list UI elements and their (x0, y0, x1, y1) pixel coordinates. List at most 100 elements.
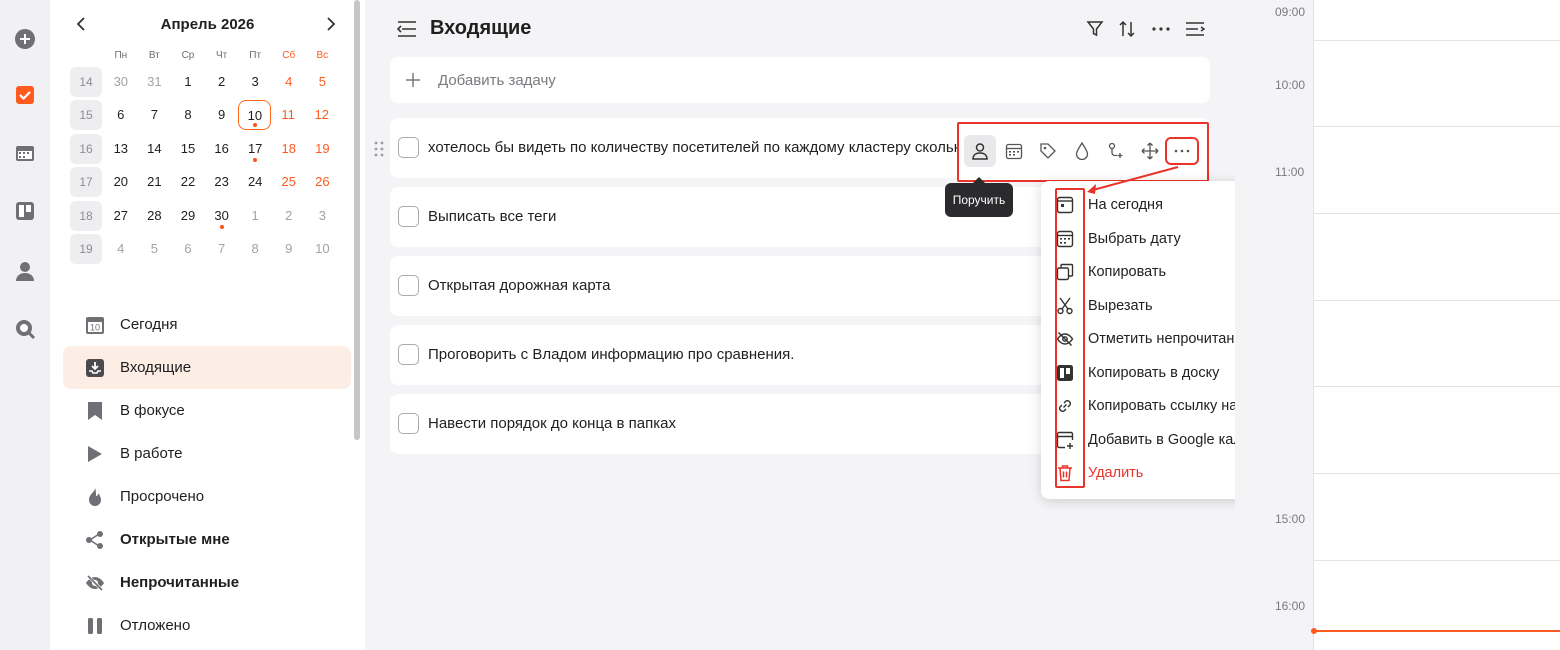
calendar-day[interactable]: 22 (171, 167, 205, 197)
task-checkbox[interactable] (398, 344, 419, 365)
sort-icon[interactable] (1115, 17, 1139, 41)
calendar-day[interactable]: 5 (138, 234, 172, 264)
add-task-input[interactable]: Добавить задачу (390, 57, 1210, 103)
menu-item-4[interactable]: Отметить непрочитанной (1053, 324, 1259, 354)
calendar-day[interactable]: 1 (238, 201, 272, 231)
next-month-icon[interactable] (320, 12, 342, 36)
search-icon[interactable] (13, 317, 37, 341)
calendar-day[interactable]: 2 (272, 201, 306, 231)
collapse-sidebar-icon[interactable] (395, 17, 419, 41)
task-title[interactable]: Выписать все теги (428, 208, 556, 225)
sidebar-item-0[interactable]: 10 Сегодня (63, 303, 351, 346)
task-title[interactable]: Навести порядок до конца в папках (428, 415, 676, 432)
calendar-day[interactable]: 7 (138, 100, 172, 130)
calendar-icon (1053, 227, 1077, 251)
calendar-day[interactable]: 19 (306, 134, 340, 164)
calendar-day[interactable]: 27 (104, 201, 138, 231)
menu-item-2[interactable]: Копировать (1053, 257, 1166, 287)
calendar-day[interactable]: 20 (104, 167, 138, 197)
weekday-label: Вт (148, 50, 160, 61)
calendar-week-row: 19 4 5 6 7 8 9 10 (70, 233, 339, 267)
task-title[interactable]: хотелось бы видеть по количеству посетит… (428, 139, 960, 156)
menu-item-label: На сегодня (1088, 197, 1163, 213)
menu-item-0[interactable]: На сегодня (1053, 190, 1163, 220)
board-icon[interactable] (13, 199, 37, 223)
add-subtask-icon[interactable] (1100, 135, 1132, 167)
svg-text:10: 10 (90, 322, 100, 332)
user-icon[interactable] (13, 259, 37, 283)
sidebar-item-5[interactable]: Открытые мне (63, 518, 351, 561)
calendar-day[interactable]: 30 (205, 201, 239, 231)
calendar-day[interactable]: 28 (138, 201, 172, 231)
date-icon[interactable] (998, 135, 1030, 167)
sidebar-item-4[interactable]: Просрочено (63, 475, 351, 518)
more-actions-icon[interactable] (1165, 137, 1199, 165)
task-title[interactable]: Проговорить с Владом информацию про срав… (428, 346, 794, 363)
task-checkbox[interactable] (398, 413, 419, 434)
calendar-day[interactable]: 2 (205, 67, 239, 97)
calendar-day[interactable]: 15 (171, 134, 205, 164)
calendar-day[interactable]: 7 (205, 234, 239, 264)
move-icon[interactable] (1134, 135, 1166, 167)
calendar-day[interactable]: 9 (205, 100, 239, 130)
calendar-day[interactable]: 31 (138, 67, 172, 97)
calendar-day[interactable]: 10 (306, 234, 340, 264)
filter-icon[interactable] (1083, 17, 1107, 41)
sidebar-scrollbar[interactable] (354, 0, 360, 440)
sidebar-item-label: Входящие (120, 359, 192, 376)
calendar-day[interactable]: 4 (104, 234, 138, 264)
calendar-day[interactable]: 12 (305, 100, 339, 130)
task-checkbox[interactable] (398, 137, 419, 158)
calendar-day[interactable]: 3 (306, 201, 340, 231)
calendar-day[interactable]: 23 (205, 167, 239, 197)
calendar-day[interactable]: 9 (272, 234, 306, 264)
calendar-day[interactable]: 6 (171, 234, 205, 264)
details-panel-icon[interactable] (1183, 17, 1207, 41)
calendar-day[interactable]: 14 (138, 134, 172, 164)
calendar-icon[interactable] (13, 141, 37, 165)
calendar-day[interactable]: 4 (272, 67, 306, 97)
prev-month-icon[interactable] (70, 12, 92, 36)
task-checkbox[interactable] (398, 206, 419, 227)
menu-item-1[interactable]: Выбрать дату (1053, 224, 1181, 254)
calendar-day[interactable]: 24 (238, 167, 272, 197)
sidebar-item-1[interactable]: Входящие (63, 346, 351, 389)
add-icon[interactable] (13, 27, 37, 51)
menu-item-5[interactable]: Копировать в доску (1053, 358, 1219, 388)
sidebar-item-6[interactable]: Непрочитанные (63, 561, 351, 604)
calendar-day[interactable]: 29 (171, 201, 205, 231)
calendar-day[interactable]: 18 (272, 134, 306, 164)
calendar-day[interactable]: 1 (171, 67, 205, 97)
tag-icon[interactable] (1032, 135, 1064, 167)
menu-item-3[interactable]: Вырезать (1053, 291, 1153, 321)
calendar-day[interactable]: 6 (104, 100, 138, 130)
task-title[interactable]: Открытая дорожная карта (428, 277, 610, 294)
calendar-day[interactable]: 8 (171, 100, 205, 130)
menu-item-8[interactable]: Удалить (1053, 458, 1143, 488)
calendar-day[interactable]: 25 (272, 167, 306, 197)
calendar-day[interactable]: 11 (271, 100, 305, 130)
calendar-day[interactable]: 16 (205, 134, 239, 164)
sidebar-item-2[interactable]: В фокусе (63, 389, 351, 432)
calendar-day-number: 3 (251, 73, 259, 89)
calendar-day[interactable]: 17 (238, 134, 272, 164)
sidebar-item-7[interactable]: Отложено (63, 604, 351, 647)
drag-handle-icon[interactable] (373, 140, 385, 158)
calendar-day[interactable]: 5 (306, 67, 340, 97)
event-dot (219, 224, 224, 229)
calendar-day[interactable]: 26 (306, 167, 340, 197)
calendar-day[interactable]: 3 (238, 67, 272, 97)
more-icon[interactable] (1149, 17, 1173, 41)
calendar-day[interactable]: 13 (104, 134, 138, 164)
calendar-day-number: 12 (314, 107, 329, 123)
task-checkbox[interactable] (398, 275, 419, 296)
priority-drop-icon[interactable] (1066, 135, 1098, 167)
calendar-day[interactable]: 8 (238, 234, 272, 264)
calendar-day-today[interactable]: 10 (238, 100, 272, 131)
sidebar-item-3[interactable]: В работе (63, 432, 351, 475)
calendar-day[interactable]: 21 (138, 167, 172, 197)
calendar-day[interactable]: 30 (104, 67, 138, 97)
assign-icon[interactable] (964, 135, 996, 167)
calendar-day-number: 25 (281, 174, 296, 190)
tasks-icon[interactable] (13, 83, 37, 107)
